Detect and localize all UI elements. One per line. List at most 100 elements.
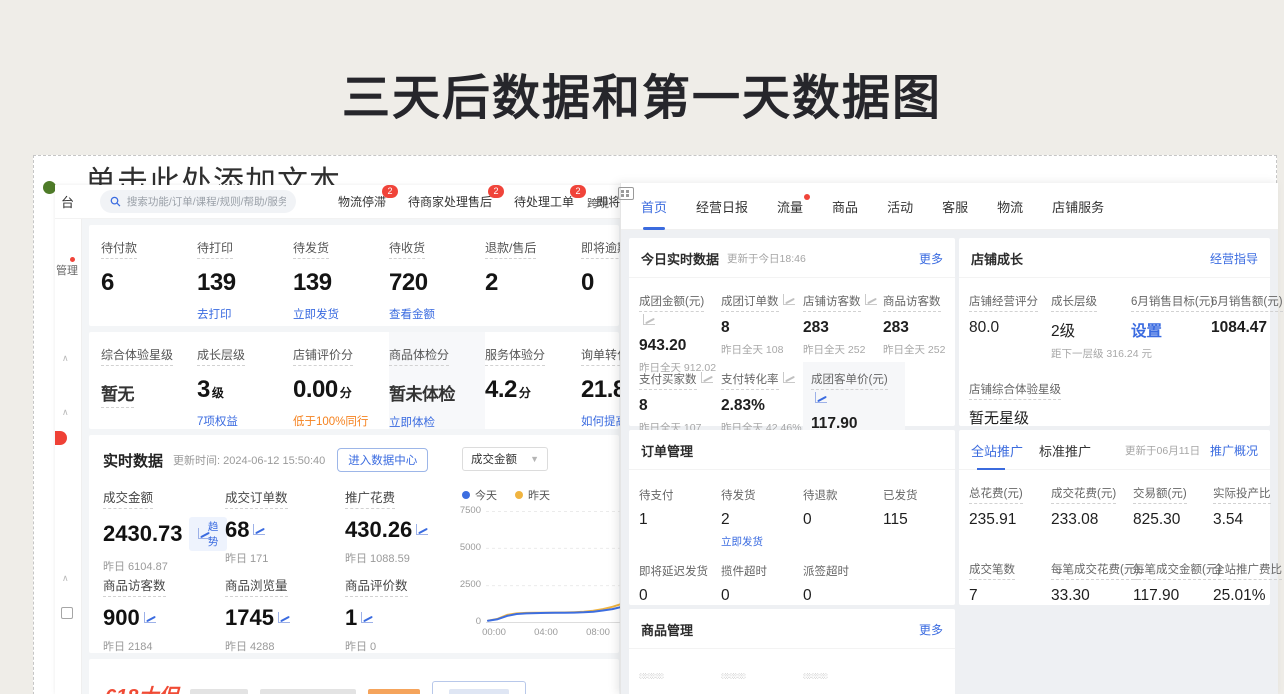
tab-sitewide-promo[interactable]: 全站推广 [971, 441, 1023, 460]
crossborder-label[interactable]: 跨境 [587, 195, 609, 211]
tab-shop-services[interactable]: 店铺服务 [1052, 197, 1104, 216]
trend-icon[interactable] [783, 295, 794, 305]
promo-fee-ratio: 全站推广费比 25.01% [1213, 560, 1284, 605]
tab-goods[interactable]: 商品 [832, 197, 858, 216]
tab-home[interactable]: 首页 [641, 197, 667, 216]
trend-icon[interactable] [865, 295, 876, 305]
todo-to-ship: 待发货 139 立即发货 [293, 239, 389, 322]
metric-group-orders: 成团订单数 8 昨日全天 108 [721, 292, 801, 357]
go-print-link[interactable]: 去打印 [197, 309, 232, 321]
promotion-card: 全站推广 标准推广 更新于06月11日 推广概况 总花费(元) 235.91 成… [959, 430, 1270, 605]
data-center-button[interactable]: 进入数据中心 [337, 448, 428, 472]
nav-item-tickets[interactable]: 待处理工单2 [514, 193, 574, 210]
goods-management-card: 商品管理 更多 ░░░ ░░░ ░░░ [629, 609, 955, 694]
sidebar-admin-label[interactable]: 管理 [56, 262, 78, 278]
right-nav: 首页 经营日报 流量 商品 活动 客服 物流 店铺服务 [621, 183, 1278, 230]
promo-overview-link[interactable]: 推广概况 [1210, 442, 1258, 459]
trend-icon[interactable] [416, 525, 427, 535]
left-body: 管理 ∧ ∧ ∧ 待付款 6 [55, 219, 627, 694]
tab-service[interactable]: 客服 [942, 197, 968, 216]
clipped-label: ░░░ [803, 673, 845, 679]
metric-sales-target: 6月销售目标(元) 设置 [1131, 292, 1211, 341]
left-sidebar: 管理 ∧ ∧ ∧ [55, 219, 82, 694]
todo-refund: 退款/售后 2 [485, 239, 581, 322]
legend-yesterday[interactable]: 昨天 [515, 487, 550, 503]
trend-icon[interactable] [815, 393, 826, 403]
left-dashboard: 台 搜索功能/订单/课程/规则/帮助/服务 物流停滞2 待商家处理售后2 待处理… [55, 185, 627, 694]
promo-cost-per-deal: 每笔成交花费(元) 33.30 [1051, 560, 1131, 605]
ship-now-link[interactable]: 立即发货 [293, 309, 339, 321]
search-input[interactable]: 搜索功能/订单/课程/规则/帮助/服务 [100, 190, 296, 213]
left-nav: 物流停滞2 待商家处理售后2 待处理工单2 即将损失流量4 未读站内信68 [316, 193, 627, 210]
view-amount-link[interactable]: 查看金额 [389, 309, 435, 321]
orders-delay-risk: 即将延迟发货 0 [639, 562, 719, 605]
promo-signup-button[interactable] [432, 681, 526, 694]
chevron-up-icon[interactable]: ∧ [62, 573, 69, 584]
business-guide-link[interactable]: 经营指导 [1210, 250, 1258, 267]
trend-icon[interactable] [278, 613, 289, 623]
metric-pageviews: 商品浏览量 1745 昨日 4288 [225, 575, 343, 654]
tab-standard-promo[interactable]: 标准推广 [1039, 441, 1091, 460]
below-peers-link[interactable]: 低于100%同行 [293, 416, 368, 428]
promo-text-ghost [190, 689, 248, 694]
left-topbar: 台 搜索功能/订单/课程/规则/帮助/服务 物流停滞2 待商家处理售后2 待处理… [55, 185, 627, 219]
card-title: 商品管理 [641, 620, 693, 639]
badge: 2 [570, 185, 586, 198]
rights-link[interactable]: 7项权益 [197, 416, 238, 428]
badge: 2 [382, 185, 398, 198]
check-now-link[interactable]: 立即体检 [389, 417, 435, 429]
right-dashboard: 首页 经营日报 流量 商品 活动 客服 物流 店铺服务 今日实时数据 更新于今日… [620, 183, 1278, 694]
trend-badge[interactable]: 趋势 [189, 517, 228, 551]
trend-icon[interactable] [701, 373, 712, 383]
todo-to-print: 待打印 139 去打印 [197, 239, 293, 322]
realtime-chart: 成交金额▼ 今天 昨天 7500 5000 2500 0 00:00 04:00 [455, 441, 627, 649]
metric-growth-level: 成长层级 2级 距下一层级 316.24 元 [1051, 292, 1131, 361]
topbar-fragment: 台 [61, 192, 74, 211]
ship-now-link[interactable]: 立即发货 [721, 536, 763, 548]
nav-item-logistics[interactable]: 物流停滞2 [338, 193, 386, 210]
legend-today[interactable]: 今天 [462, 487, 497, 503]
tab-logistics[interactable]: 物流 [997, 197, 1023, 216]
more-link[interactable]: 更多 [919, 621, 943, 638]
realtime-card: 实时数据 更新时间: 2024-06-12 15:50:40 进入数据中心 成交… [89, 435, 619, 653]
chevron-up-icon[interactable]: ∧ [62, 353, 69, 364]
realtime-updated: 更新时间: 2024-06-12 15:50:40 [173, 452, 325, 468]
metric-group-gmv: 成团金额(元) 943.20 昨日全天 912.02 [639, 292, 719, 375]
chart-legend: 今天 昨天 [462, 487, 550, 503]
promo-banner[interactable]: 618大促 [89, 659, 619, 694]
star-level: 综合体验星级 暂无 [101, 346, 197, 429]
shop-growth-card: 店铺成长 经营指导 店铺经营评分 80.0 成长层级 2级 距下一层级 316.… [959, 238, 1270, 426]
chevron-up-icon[interactable]: ∧ [62, 407, 69, 418]
trend-icon[interactable] [361, 613, 372, 623]
promo-gmv: 交易额(元) 825.30 [1133, 484, 1213, 529]
chart-metric-select[interactable]: 成交金额▼ [462, 447, 548, 471]
nav-item-aftersales[interactable]: 待商家处理售后2 [408, 193, 492, 210]
more-link[interactable]: 更多 [919, 250, 943, 267]
screenshot-canvas: 三天后数据和第一天数据图 单击此处添加文本 台 搜索功能/订单/课程/规则/帮助… [0, 0, 1284, 694]
promo-total-spend: 总花费(元) 235.91 [969, 484, 1049, 529]
tab-traffic[interactable]: 流量 [777, 197, 803, 216]
trend-icon[interactable] [253, 525, 264, 535]
trend-icon[interactable] [144, 613, 155, 623]
metric-monthly-sales: 6月销售额(元) 1084.47 [1211, 292, 1284, 337]
promo-link-ghost[interactable] [368, 689, 420, 694]
tab-activity[interactable]: 活动 [887, 197, 913, 216]
sidebar-red-badge [55, 431, 67, 445]
promo-deal-count: 成交笔数 7 [969, 560, 1049, 605]
promo-roi: 实际投产比 3.54 [1213, 484, 1284, 529]
rating-card: 综合体验星级 暂无 成长层级 3级 7项权益 店铺评价分 0.00分 低于100… [89, 332, 619, 429]
metric-paying-buyers: 支付买家数 8 昨日全天 107 [639, 370, 719, 435]
tab-daily-report[interactable]: 经营日报 [696, 197, 748, 216]
y-tick: 0 [455, 616, 481, 627]
clipped-label: ░░░ [721, 673, 763, 679]
metric-product-visitors: 商品访客数 283 昨日全天 252 [883, 292, 963, 357]
realtime-title: 实时数据 [103, 450, 163, 471]
orders-shipped: 已发货 115 [883, 486, 963, 529]
trend-icon[interactable] [643, 315, 654, 325]
trend-icon[interactable] [783, 373, 794, 383]
set-target-link[interactable]: 设置 [1131, 323, 1162, 340]
metric-reviews: 商品评价数 1 昨日 0 [345, 575, 463, 654]
sidebar-mini-icon[interactable] [61, 607, 73, 619]
metric-orders: 成交订单数 68 昨日 171 [225, 487, 343, 566]
notification-dot [70, 257, 75, 262]
